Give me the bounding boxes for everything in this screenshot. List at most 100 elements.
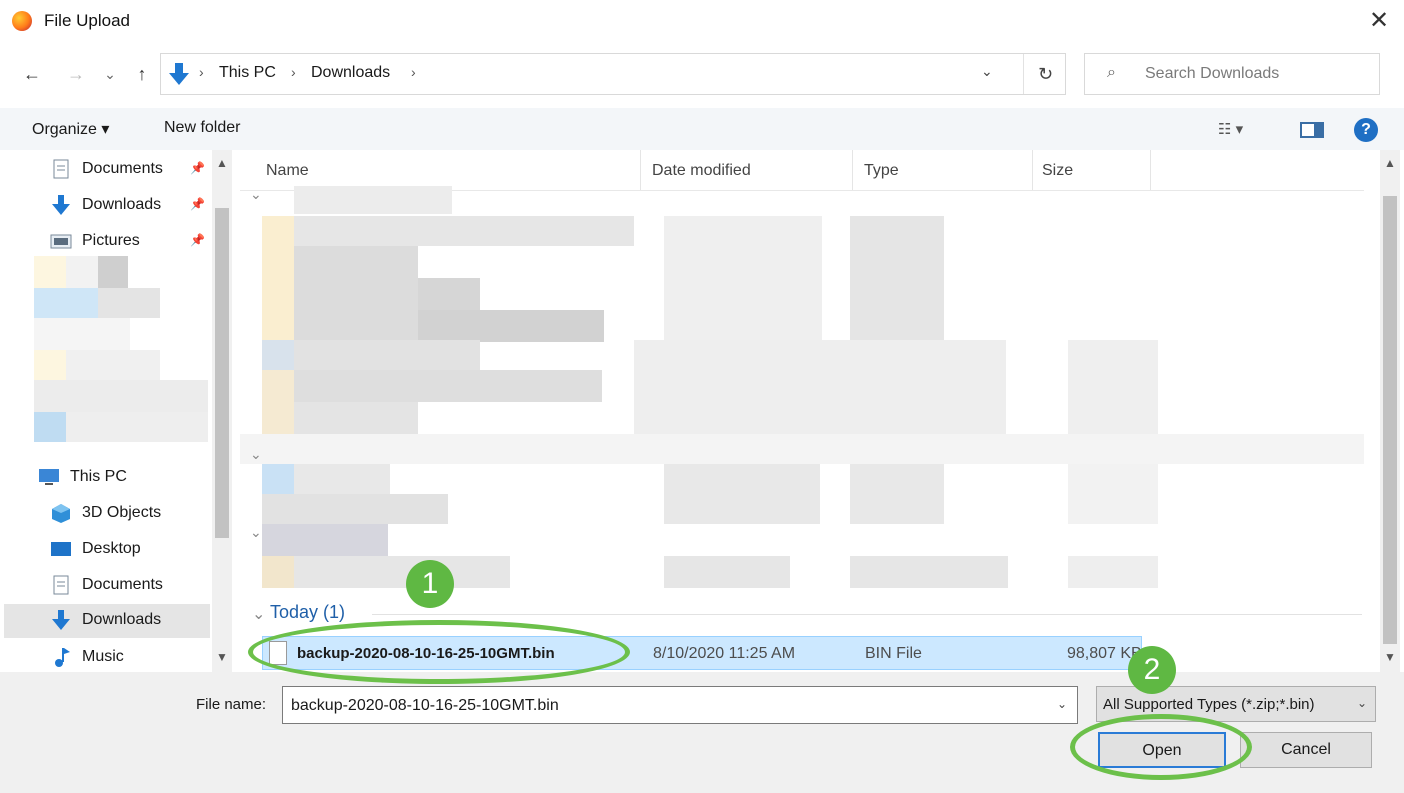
blurred-item	[98, 256, 128, 288]
column-header-date-modified[interactable]: Date modified	[652, 162, 751, 180]
organize-button[interactable]: Organize ▾	[32, 119, 109, 139]
blurred-row	[850, 216, 944, 342]
3d-objects-icon	[52, 504, 70, 523]
sidebar-item-label: Downloads	[82, 196, 162, 213]
blurred-row	[294, 464, 390, 494]
callout-highlight-file	[248, 620, 630, 684]
search-box[interactable]: ⌕ Search Downloads	[1084, 53, 1380, 95]
breadcrumb-separator[interactable]: ›	[411, 64, 416, 80]
up-button[interactable]: ↑	[128, 60, 156, 88]
blurred-row	[262, 370, 294, 434]
chevron-down-icon[interactable]: ⌄	[1057, 697, 1067, 711]
documents-icon	[53, 575, 69, 595]
sidebar-item-label: Desktop	[82, 540, 141, 557]
close-button[interactable]: ✕	[1362, 6, 1396, 36]
desktop-icon	[51, 542, 71, 556]
chevron-down-icon[interactable]: ⌄	[981, 63, 993, 80]
sidebar-item-label: Downloads	[82, 611, 162, 628]
column-header-type[interactable]: Type	[864, 162, 899, 180]
file-type-value: All Supported Types (*.zip;*.bin)	[1103, 696, 1315, 713]
sidebar-item-label: 3D Objects	[82, 504, 162, 521]
chevron-down-icon[interactable]: ⌄	[252, 604, 265, 624]
cancel-button[interactable]: Cancel	[1240, 732, 1372, 768]
search-input[interactable]: Search Downloads	[1145, 65, 1279, 83]
blurred-row	[1068, 556, 1158, 588]
chevron-down-icon[interactable]: ⌄	[1357, 696, 1367, 710]
help-icon[interactable]: ?	[1354, 118, 1378, 142]
blurred-row	[262, 340, 294, 370]
blurred-item	[34, 288, 98, 318]
column-header-size[interactable]: Size	[1042, 162, 1073, 180]
chevron-down-icon[interactable]: ⌄	[250, 524, 262, 541]
sidebar-item-3d-objects[interactable]: 3D Objects	[50, 498, 210, 530]
refresh-button[interactable]: ↻	[1023, 54, 1067, 94]
blurred-item	[34, 256, 66, 288]
sidebar-item-music[interactable]: Music	[50, 642, 210, 672]
navigation-bar: ← → ⌄ ↑ › This PC › Downloads › ⌄ ↻ ⌕ Se…	[0, 50, 1404, 98]
blurred-item	[34, 380, 208, 412]
sidebar-scrollbar[interactable]: ▲ ▼	[212, 150, 232, 672]
blurred-row	[1068, 464, 1158, 524]
sidebar-item-label: Documents	[82, 576, 163, 593]
breadcrumb-downloads[interactable]: Downloads	[311, 64, 390, 82]
pin-icon: 📌	[190, 233, 205, 247]
sidebar-item-pictures-quick[interactable]: Pictures 📌	[50, 226, 210, 258]
blurred-row	[240, 434, 1364, 464]
blurred-row	[294, 340, 480, 370]
downloads-icon	[52, 610, 70, 630]
blurred-row	[664, 216, 822, 342]
address-bar[interactable]: › This PC › Downloads › ⌄ ↻	[160, 53, 1066, 95]
sidebar-item-documents[interactable]: Documents	[50, 570, 210, 602]
scroll-up-icon[interactable]: ▲	[1380, 156, 1400, 170]
view-options-icon[interactable]: ☷ ▾	[1218, 120, 1243, 138]
sidebar-item-documents-quick[interactable]: Documents 📌	[50, 154, 210, 186]
scroll-down-icon[interactable]: ▼	[1380, 650, 1400, 664]
scrollbar-thumb[interactable]	[215, 208, 229, 538]
sidebar-item-label: Pictures	[82, 232, 140, 249]
back-button[interactable]: ←	[18, 60, 46, 88]
callout-highlight-open	[1070, 714, 1252, 780]
blurred-item	[66, 256, 98, 288]
sidebar-item-label: Documents	[82, 160, 163, 177]
recent-locations-button[interactable]: ⌄	[100, 60, 120, 88]
blurred-row	[850, 464, 944, 524]
chevron-down-icon[interactable]: ⌄	[250, 446, 262, 463]
music-icon	[55, 648, 70, 667]
sidebar-item-this-pc[interactable]: This PC	[38, 462, 208, 494]
command-bar: Organize ▾ New folder ☷ ▾ ?	[0, 108, 1404, 150]
new-folder-button[interactable]: New folder	[164, 119, 240, 137]
column-header-name[interactable]: Name	[266, 162, 309, 180]
forward-button[interactable]: →	[62, 60, 90, 88]
computer-icon	[39, 469, 59, 485]
navigation-pane: Documents 📌 Downloads 📌 Pictures 📌 This …	[0, 150, 232, 672]
chevron-down-icon[interactable]: ⌄	[250, 186, 262, 203]
column-divider[interactable]	[1150, 150, 1151, 190]
group-divider	[372, 614, 1362, 615]
group-header-today[interactable]: Today (1)	[270, 602, 345, 623]
blurred-row	[664, 464, 820, 524]
scroll-down-icon[interactable]: ▼	[212, 650, 232, 664]
pin-icon: 📌	[190, 197, 205, 211]
file-list-scrollbar[interactable]: ▲ ▼	[1380, 150, 1400, 672]
pin-icon: 📌	[190, 161, 205, 175]
blurred-item	[66, 412, 208, 442]
blurred-row	[262, 556, 294, 588]
scroll-up-icon[interactable]: ▲	[212, 156, 232, 170]
sidebar-item-downloads-quick[interactable]: Downloads 📌	[50, 190, 210, 222]
column-divider[interactable]	[852, 150, 853, 190]
column-divider[interactable]	[640, 150, 641, 190]
file-date-cell: 8/10/2020 11:25 AM	[653, 645, 796, 662]
blurred-row	[262, 494, 448, 524]
documents-icon	[53, 159, 69, 179]
blurred-item	[34, 350, 66, 380]
column-divider[interactable]	[1032, 150, 1033, 190]
blurred-row	[294, 402, 418, 434]
breadcrumb-this-pc[interactable]: This PC	[219, 64, 276, 82]
preview-pane-icon[interactable]	[1300, 122, 1324, 138]
file-name-value[interactable]: backup-2020-08-10-16-25-10GMT.bin	[291, 697, 559, 715]
breadcrumb-separator: ›	[199, 64, 204, 80]
file-name-field[interactable]: backup-2020-08-10-16-25-10GMT.bin ⌄	[282, 686, 1078, 724]
scrollbar-thumb[interactable]	[1383, 196, 1397, 644]
sidebar-item-desktop[interactable]: Desktop	[50, 534, 210, 566]
sidebar-item-downloads[interactable]: Downloads	[4, 604, 210, 638]
